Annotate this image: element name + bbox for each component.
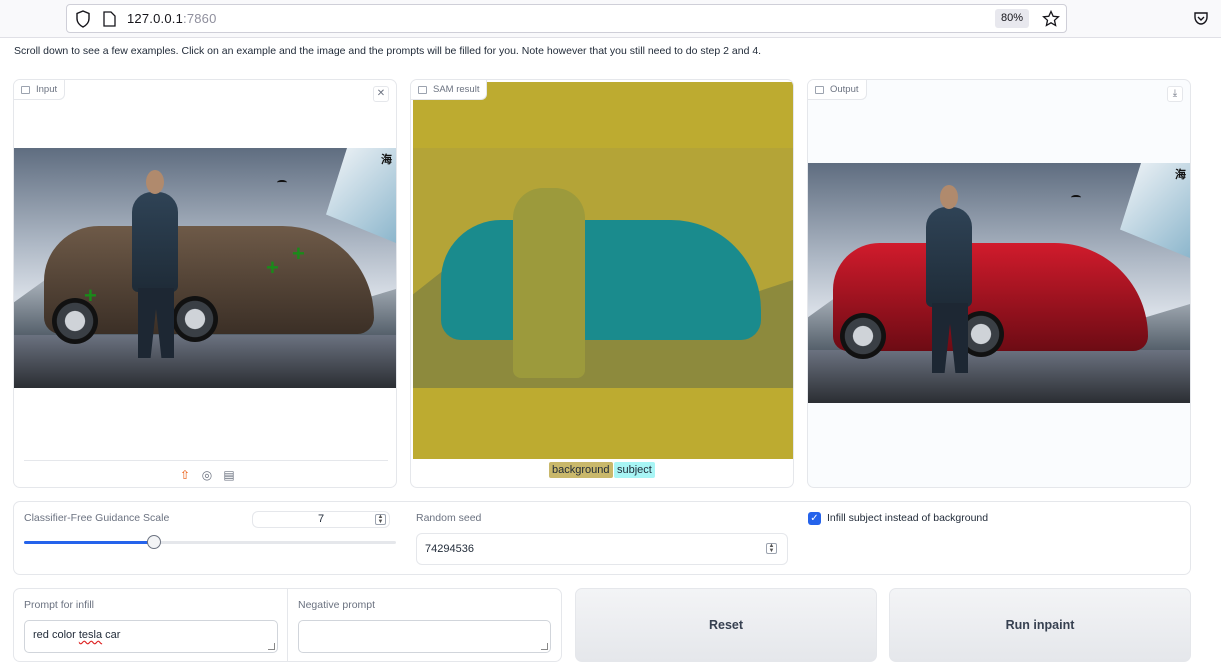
download-icon[interactable]: ⤓ — [1167, 86, 1183, 102]
legend-background: background — [549, 462, 613, 478]
zoom-level[interactable]: 80% — [995, 9, 1030, 28]
negative-prompt-label: Negative prompt — [298, 599, 376, 611]
infill-prompt-label: Prompt for infill — [24, 599, 95, 611]
shield-icon[interactable] — [75, 10, 91, 28]
output-image: 海 — [808, 163, 1190, 403]
input-label: Input — [14, 80, 66, 100]
url-text[interactable]: 127.0.0.1:7860 — [127, 11, 217, 26]
intro-text: Scroll down to see a few examples. Click… — [14, 45, 762, 57]
point-marker: + — [292, 241, 305, 266]
output-label: Output — [808, 80, 867, 100]
cfg-label: Classifier-Free Guidance Scale — [24, 512, 170, 524]
upload-icon[interactable]: ⇧ — [178, 468, 192, 482]
sam-result-panel: SAM result — [410, 79, 794, 488]
point-marker: + — [84, 283, 97, 308]
cfg-slider[interactable] — [24, 535, 396, 549]
sign-text: 海 — [381, 154, 392, 166]
output-image-panel: Output ⤓ 海 — [807, 79, 1191, 488]
image-icon — [418, 86, 427, 94]
input-toolbar-divider — [24, 460, 388, 461]
page-icon — [103, 11, 116, 27]
close-icon[interactable]: ✕ — [373, 86, 389, 102]
prompts-divider — [287, 589, 288, 661]
run-inpaint-button[interactable]: Run inpaint — [889, 588, 1191, 662]
infill-subject-label[interactable]: Infill subject instead of background — [827, 512, 988, 524]
resize-handle-icon[interactable] — [541, 643, 548, 650]
stepper-icon[interactable]: ▲ ▼ — [766, 543, 777, 554]
seed-input[interactable]: 74294536 ▲ ▼ — [416, 533, 788, 565]
infill-subject-checkbox[interactable]: ✓ — [808, 512, 821, 525]
input-image[interactable]: 海 + + + — [14, 148, 396, 388]
reset-button[interactable]: Reset — [575, 588, 877, 662]
sam-result-image — [413, 148, 793, 388]
image-icon — [815, 86, 824, 94]
sign-text: 海 — [1175, 169, 1186, 181]
point-marker: + — [266, 255, 279, 280]
legend-subject: subject — [614, 462, 655, 478]
infill-prompt-textarea[interactable]: red color tesla car — [24, 620, 278, 653]
stepper-icon[interactable]: ▲ ▼ — [375, 514, 386, 525]
input-image-panel[interactable]: Input ✕ 海 + + + ⇧ ◎ ▤ — [13, 79, 397, 488]
pocket-icon[interactable] — [1193, 10, 1209, 26]
clipboard-icon[interactable]: ▤ — [222, 468, 236, 482]
webcam-icon[interactable]: ◎ — [200, 468, 214, 482]
subject-mask — [441, 220, 761, 340]
seed-label: Random seed — [416, 512, 482, 524]
cfg-slider-fill — [24, 541, 155, 544]
bookmark-star-icon[interactable] — [1042, 10, 1060, 28]
image-icon — [21, 86, 30, 94]
browser-toolbar: 127.0.0.1:7860 80% — [0, 0, 1221, 38]
sam-result-label: SAM result — [411, 80, 488, 100]
person-overlay — [513, 188, 585, 378]
cfg-number-input[interactable]: 7 ▲ ▼ — [252, 511, 390, 528]
negative-prompt-textarea[interactable] — [298, 620, 551, 653]
address-bar[interactable]: 127.0.0.1:7860 80% — [66, 4, 1067, 33]
resize-handle-icon[interactable] — [268, 643, 275, 650]
